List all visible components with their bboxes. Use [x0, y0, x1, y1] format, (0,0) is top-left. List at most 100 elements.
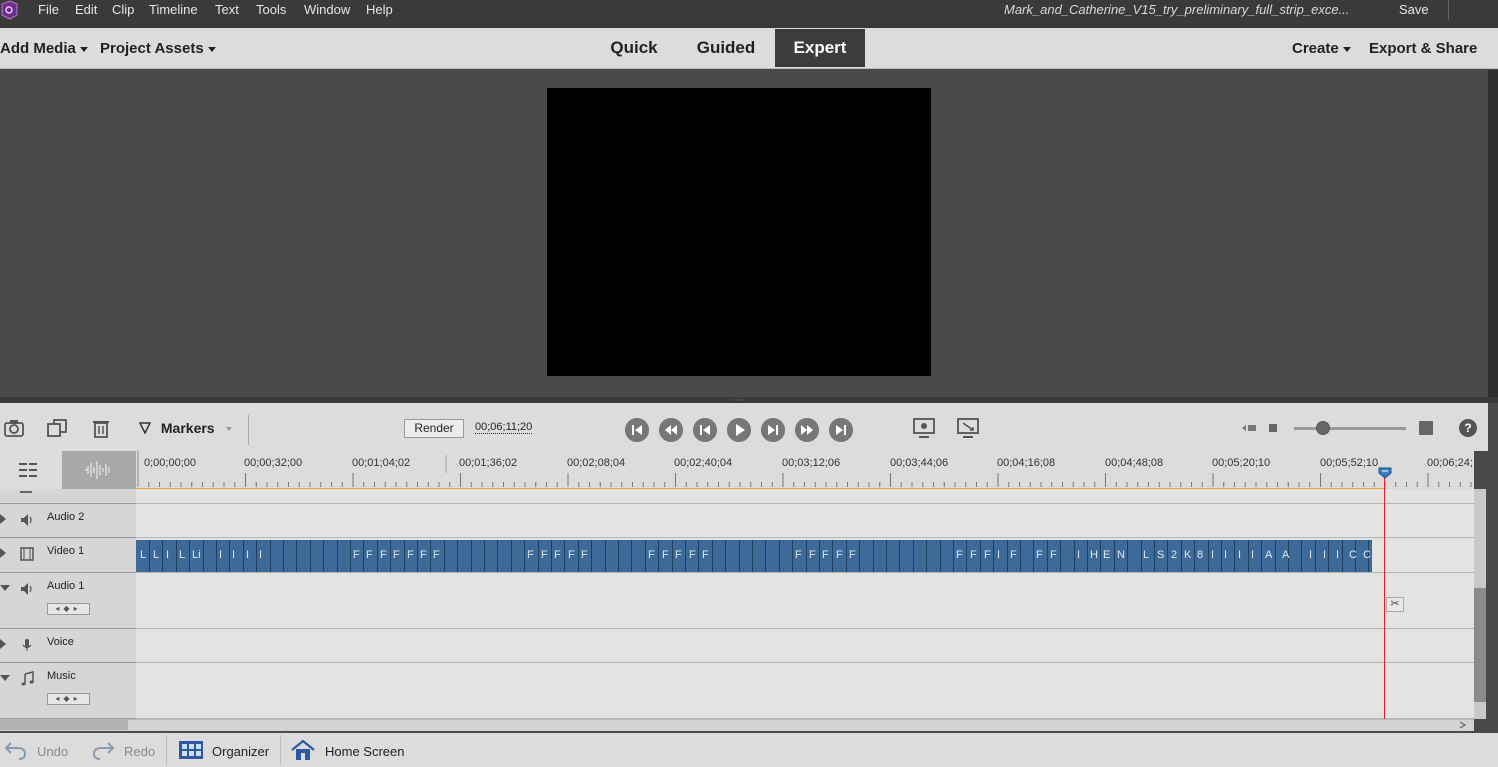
menu-timeline[interactable]: Timeline — [149, 2, 198, 20]
tab-expert[interactable]: Expert — [775, 29, 865, 67]
menu-window[interactable]: Window — [304, 2, 350, 20]
redo-icon[interactable] — [90, 739, 116, 761]
play-icon[interactable] — [727, 418, 751, 442]
markers-dropdown[interactable]: Markers — [138, 420, 233, 436]
camera-icon[interactable] — [3, 417, 25, 439]
undo-icon[interactable] — [3, 739, 29, 761]
menu-help[interactable]: Help — [366, 2, 393, 20]
next-edit-icon[interactable] — [795, 418, 819, 442]
track-row[interactable] — [136, 489, 1474, 504]
expand-triangle-icon[interactable] — [0, 548, 6, 558]
expand-triangle-icon[interactable] — [0, 639, 6, 649]
export-share-button[interactable]: Export & Share — [1369, 40, 1477, 57]
speaker-icon[interactable] — [19, 581, 35, 597]
clip-divider — [1315, 540, 1316, 572]
save-button[interactable]: Save — [1399, 2, 1429, 17]
render-button[interactable]: Render — [404, 419, 464, 438]
zoom-min-icon[interactable] — [1268, 423, 1278, 433]
transition-icon[interactable] — [46, 417, 68, 439]
vertical-scroll-thumb[interactable] — [1474, 588, 1486, 702]
playhead-line[interactable] — [1384, 468, 1385, 719]
clip-label: F — [689, 549, 696, 561]
organizer-button[interactable]: Organizer — [212, 744, 269, 759]
video-clip-strip[interactable]: L L I L Li I I I I F F F F F F F F F F F F F F F F F F F F F F F F F I F F F I… — [136, 540, 1372, 572]
ruler-label: 00;03;12;06 — [782, 457, 841, 469]
clip-divider — [712, 540, 713, 572]
clip-divider — [203, 540, 204, 572]
menu-clip[interactable]: Clip — [112, 2, 134, 20]
horizontal-scroll-thumb[interactable] — [0, 720, 128, 730]
tab-quick[interactable]: Quick — [594, 29, 674, 67]
clip-label: F — [420, 549, 427, 561]
menu-file[interactable]: File — [38, 2, 59, 20]
step-forward-icon[interactable] — [761, 418, 785, 442]
music-note-icon[interactable] — [19, 671, 35, 687]
go-to-start-icon[interactable] — [625, 418, 649, 442]
track-row-audio-1[interactable] — [136, 573, 1474, 629]
zoom-slider-handle[interactable] — [1316, 421, 1330, 435]
clip-divider — [725, 540, 726, 572]
timecode-display[interactable]: 00;06;11;20 — [475, 421, 533, 434]
redo-button[interactable]: Redo — [124, 744, 155, 759]
clip-divider — [1007, 540, 1008, 572]
clip-label: F — [822, 549, 829, 561]
microphone-icon[interactable] — [19, 637, 35, 653]
audio-waveform-button[interactable] — [62, 451, 136, 489]
menu-edit[interactable]: Edit — [75, 2, 97, 20]
zoom-max-icon[interactable] — [1418, 420, 1434, 436]
zoom-out-icon[interactable] — [1240, 423, 1258, 433]
help-button[interactable]: ? — [1459, 419, 1477, 437]
clip-divider — [337, 540, 338, 572]
chevron-down-icon — [207, 46, 216, 52]
home-screen-button[interactable]: Home Screen — [325, 744, 404, 759]
project-assets-button[interactable]: Project Assets — [100, 40, 216, 57]
scissors-icon[interactable]: ✂ — [1386, 597, 1404, 612]
zoom-slider-track[interactable] — [1294, 427, 1406, 430]
clip-divider — [176, 540, 177, 572]
undo-button[interactable]: Undo — [37, 744, 68, 759]
clip-divider — [1181, 540, 1182, 572]
create-button[interactable]: Create — [1292, 40, 1351, 57]
track-header-video-1[interactable]: Video 1 — [0, 538, 136, 573]
collapse-triangle-icon[interactable] — [0, 675, 10, 681]
monitor-side-scrollbar[interactable] — [1488, 70, 1498, 397]
clip-divider — [591, 540, 592, 572]
track-row-voice[interactable] — [136, 629, 1474, 663]
clip-label: I — [219, 549, 223, 561]
previous-edit-icon[interactable] — [659, 418, 683, 442]
track-header-music[interactable]: Music ◂◆▸ — [0, 663, 136, 719]
track-header-audio-2[interactable]: Audio 2 — [0, 504, 136, 538]
film-icon[interactable] — [19, 546, 35, 562]
track-header-voice[interactable]: Voice — [0, 629, 136, 663]
tab-guided[interactable]: Guided — [686, 29, 766, 67]
home-icon[interactable] — [290, 739, 316, 761]
track-options-button[interactable] — [0, 451, 62, 489]
add-media-button[interactable]: Add Media — [0, 40, 88, 57]
horizontal-scrollbar[interactable] — [0, 719, 1474, 731]
track-row-audio-2[interactable] — [136, 504, 1474, 538]
collapse-triangle-icon[interactable] — [0, 585, 10, 591]
keyframe-nav-control[interactable]: ◂◆▸ — [47, 603, 90, 615]
timeline-ruler[interactable]: 0;00;00;00 00;00;32;00 00;01;04;02 00;01… — [136, 451, 1474, 489]
expand-triangle-icon[interactable] — [0, 514, 6, 524]
scroll-right-icon[interactable] — [1458, 721, 1468, 729]
organizer-icon[interactable] — [178, 739, 204, 761]
track-row-music[interactable] — [136, 663, 1474, 719]
menu-tools[interactable]: Tools — [256, 2, 286, 20]
trash-icon[interactable] — [90, 417, 112, 439]
go-to-end-icon[interactable] — [829, 418, 853, 442]
step-back-icon[interactable] — [693, 418, 717, 442]
timeline-tracks[interactable]: L L I L Li I I I I F F F F F F F F F F F F F F F F F F F F F F F F F I F F F I… — [136, 489, 1474, 719]
speaker-icon[interactable] — [19, 512, 35, 528]
fit-screen-icon[interactable] — [957, 417, 979, 439]
keyframe-nav-control[interactable]: ◂◆▸ — [47, 693, 90, 705]
playhead-handle-icon[interactable] — [1378, 467, 1392, 479]
render-settings-icon[interactable] — [913, 417, 935, 439]
clip-divider — [1208, 540, 1209, 572]
menu-text[interactable]: Text — [215, 2, 239, 20]
waveform-icon — [85, 461, 110, 479]
clip-divider — [149, 540, 150, 572]
clip-divider — [926, 540, 927, 572]
track-header-audio-1[interactable]: Audio 1 ◂◆▸ — [0, 573, 136, 629]
video-preview[interactable] — [547, 88, 931, 376]
